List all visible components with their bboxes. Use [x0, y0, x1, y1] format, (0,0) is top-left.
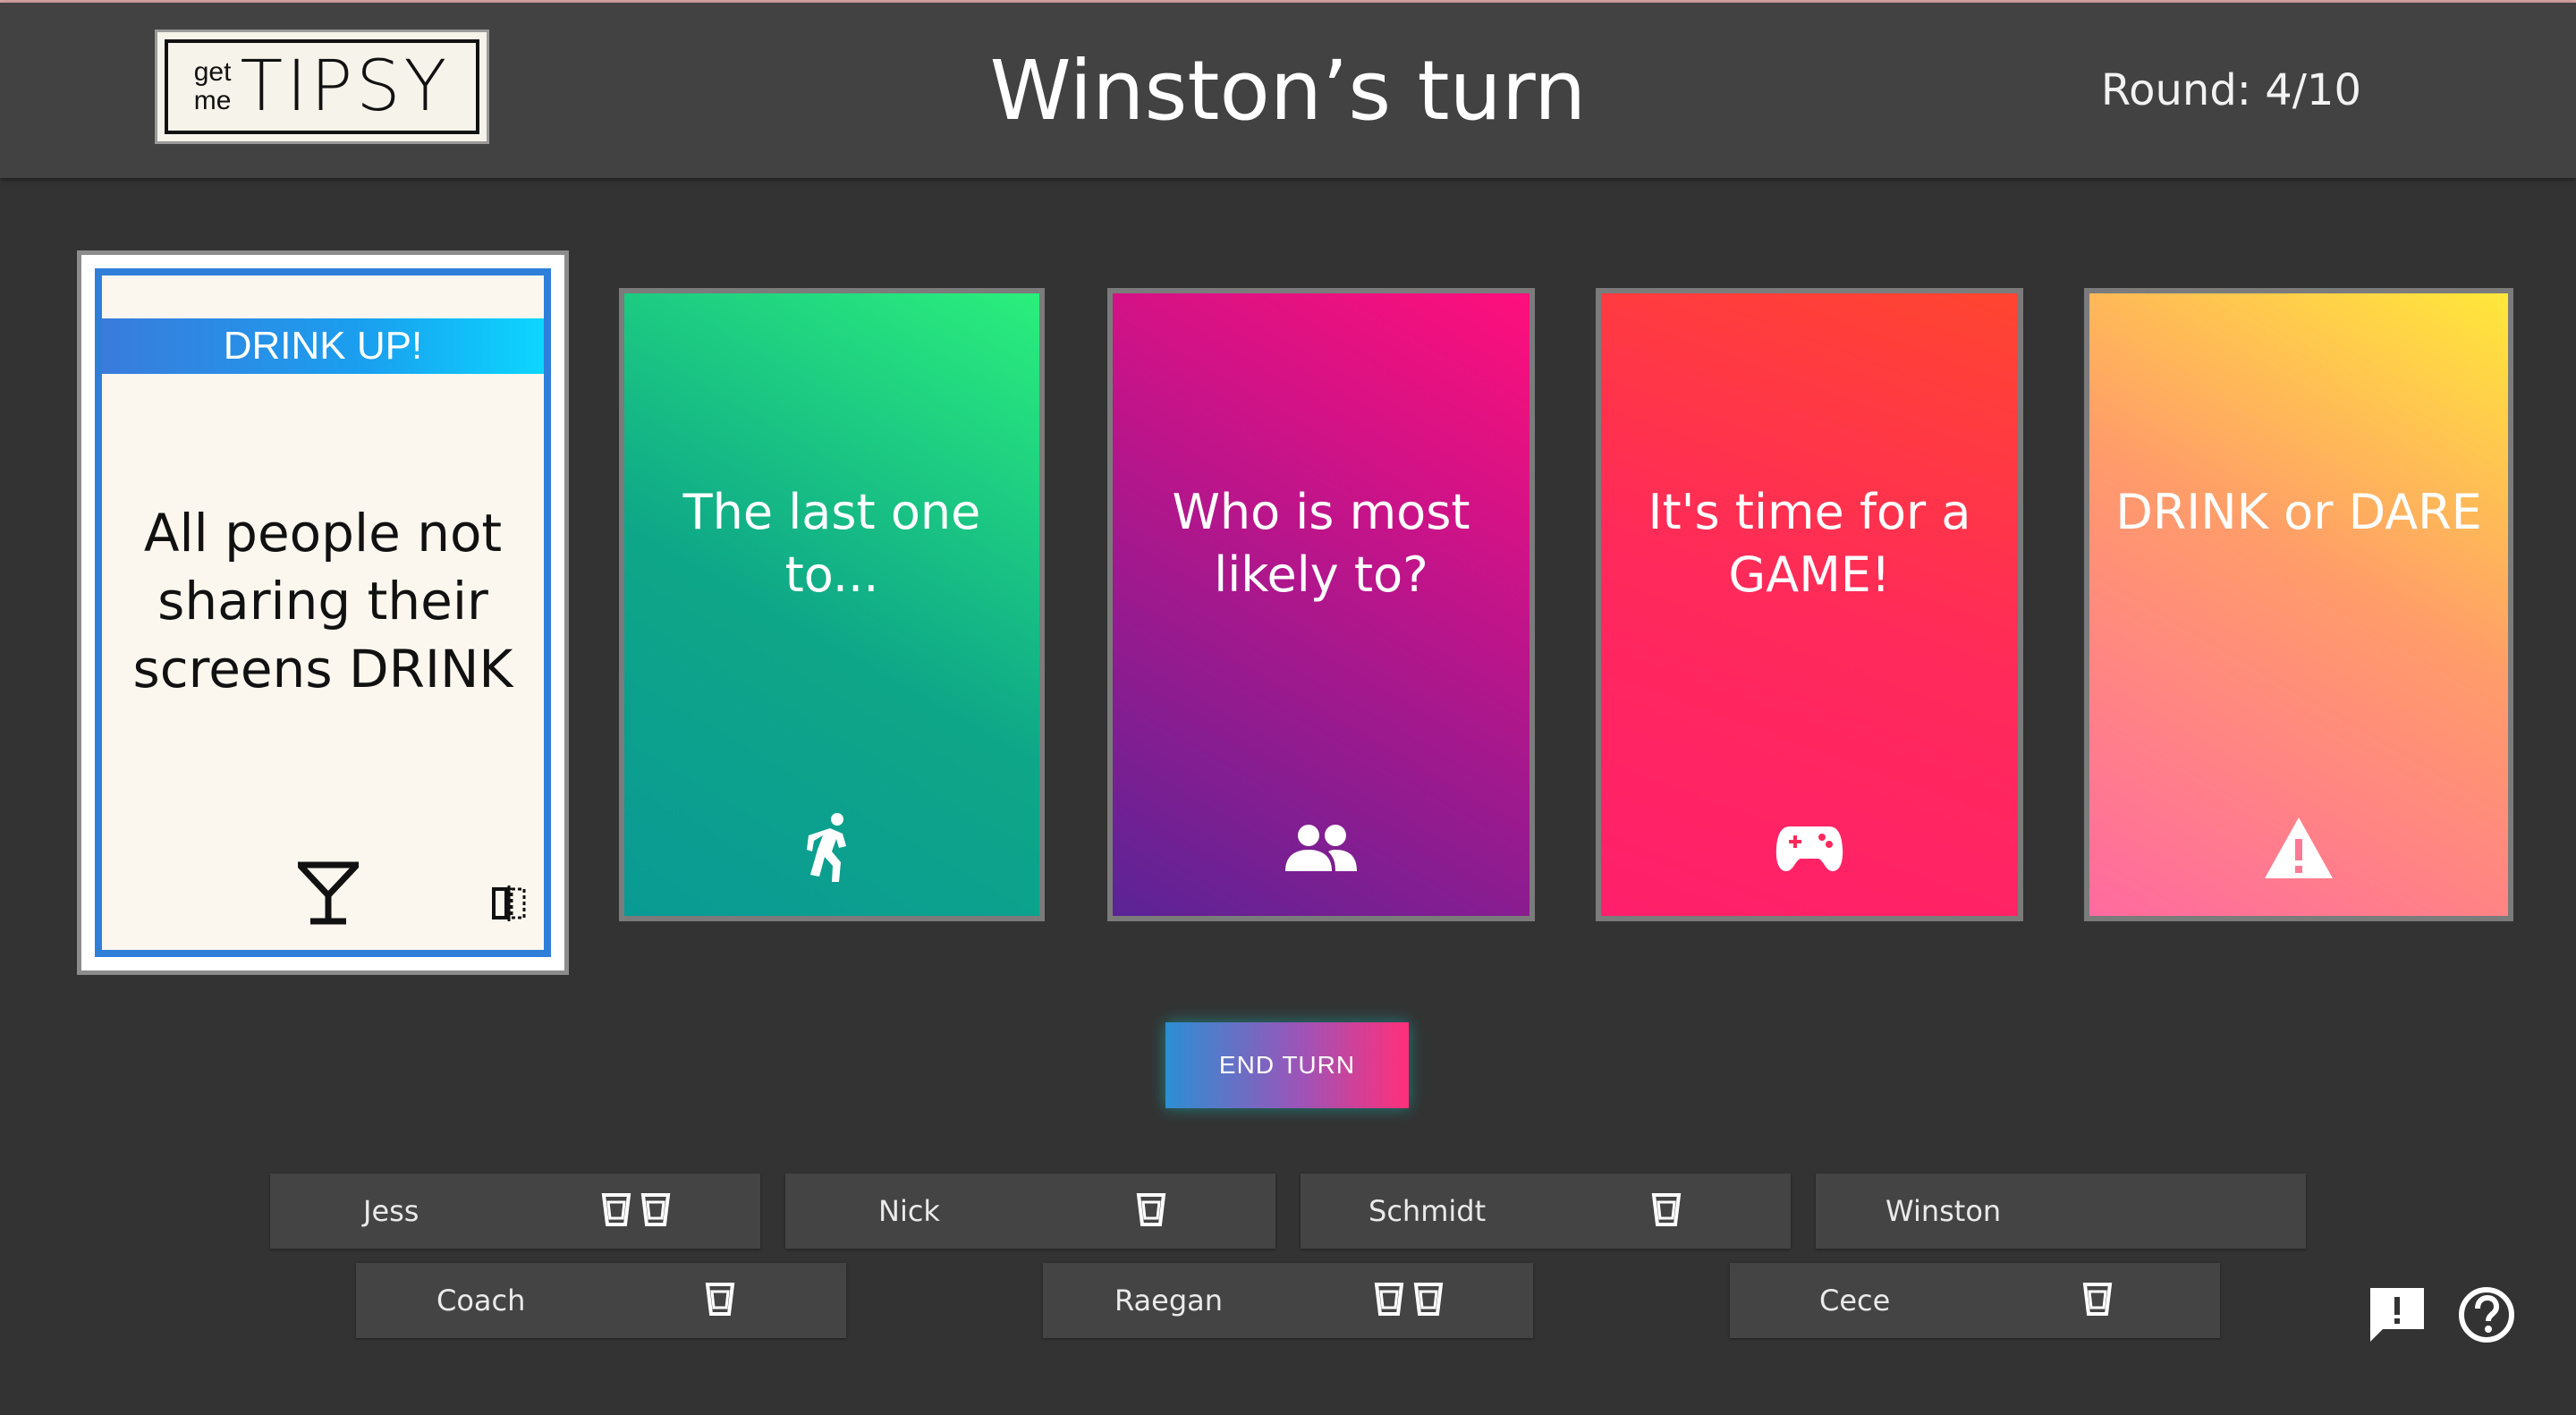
cup-icon	[1136, 1193, 1166, 1226]
player-card: Jess	[270, 1174, 760, 1249]
player-card: Schmidt	[1301, 1174, 1791, 1249]
martini-icon	[298, 861, 359, 925]
help-icon[interactable]	[2456, 1284, 2517, 1345]
player-name: Nick	[878, 1194, 940, 1228]
card-text-line: DRINK or DARE	[2115, 484, 2482, 540]
player-card: Nick	[785, 1174, 1275, 1249]
player-name: Cece	[1819, 1284, 1891, 1318]
cup-icon	[601, 1193, 631, 1226]
cup-icon	[1374, 1283, 1404, 1316]
logo-small-bottom: me	[193, 86, 232, 115]
card-time-for-a-game[interactable]: It's time for a GAME!	[1596, 288, 2023, 921]
player-card: Raegan	[1043, 1263, 1533, 1338]
drink-counter	[2082, 1281, 2113, 1317]
card-text: The last one to...	[624, 481, 1039, 606]
card-text-line: Who is most	[1172, 484, 1470, 540]
player-name: Schmidt	[1368, 1194, 1487, 1228]
player-name: Coach	[436, 1284, 526, 1318]
card-text-line: likely to?	[1214, 547, 1428, 603]
card-text-line: It's time for a	[1648, 484, 1971, 540]
logo-frame: get me TIPSY	[165, 39, 479, 134]
featured-card-face: DRINK UP! All people not sharing their s…	[95, 268, 551, 957]
cup-icon	[2082, 1283, 2113, 1316]
turn-title: Winston’s turn	[989, 43, 1587, 139]
cup-icon	[1651, 1193, 1682, 1226]
player-card: Winston	[1816, 1174, 2306, 1249]
player-name: Winston	[1885, 1194, 2002, 1228]
header-bar: get me TIPSY Winston’s turn Round: 4/10	[0, 3, 2576, 178]
drink-counter	[1136, 1191, 1166, 1227]
logo-small-top: get	[193, 57, 232, 87]
featured-text-line: screens DRINK	[132, 639, 513, 699]
running-person-icon	[807, 813, 846, 882]
logo-small-text: get me	[194, 58, 232, 115]
player-name: Jess	[363, 1194, 419, 1228]
feedback-icon[interactable]	[2367, 1284, 2428, 1345]
featured-text-line: All people not	[143, 503, 503, 563]
gamepad-icon	[1775, 826, 1843, 871]
card-last-one-to[interactable]: The last one to...	[619, 288, 1045, 921]
featured-card[interactable]: DRINK UP! All people not sharing their s…	[77, 250, 569, 975]
card-text: DRINK or DARE	[2089, 481, 2508, 544]
get-me-tipsy-logo[interactable]: get me TIPSY	[155, 30, 489, 144]
card-drink-or-dare[interactable]: DRINK or DARE	[2084, 288, 2513, 921]
drink-counter	[1651, 1191, 1682, 1227]
card-text: It's time for a GAME!	[1601, 481, 2018, 606]
card-text-line: to...	[784, 547, 879, 603]
flip-icon[interactable]	[491, 884, 527, 923]
drink-counter	[601, 1191, 671, 1227]
featured-card-text: All people not sharing their screens DRI…	[102, 499, 544, 703]
card-text-line: GAME!	[1728, 547, 1891, 603]
card-who-is-most-likely[interactable]: Who is most likely to?	[1107, 288, 1535, 921]
logo-big-text: TIPSY	[240, 47, 451, 127]
end-turn-button[interactable]: END TURN	[1165, 1022, 1409, 1108]
round-indicator: Round: 4/10	[2100, 65, 2361, 115]
people-icon	[1285, 825, 1357, 871]
cup-icon	[1413, 1283, 1444, 1316]
drink-counter	[705, 1281, 735, 1317]
cup-icon	[640, 1193, 671, 1226]
drink-up-band: DRINK UP!	[102, 318, 544, 374]
player-name: Raegan	[1114, 1284, 1224, 1318]
player-card: Coach	[356, 1263, 846, 1338]
warning-icon	[2265, 818, 2333, 878]
cup-icon	[705, 1283, 735, 1316]
featured-text-line: sharing their	[157, 571, 488, 631]
card-text: Who is most likely to?	[1113, 481, 1530, 606]
player-card: Cece	[1730, 1263, 2220, 1338]
card-text-line: The last one	[682, 484, 981, 540]
drink-counter	[1374, 1281, 1444, 1317]
